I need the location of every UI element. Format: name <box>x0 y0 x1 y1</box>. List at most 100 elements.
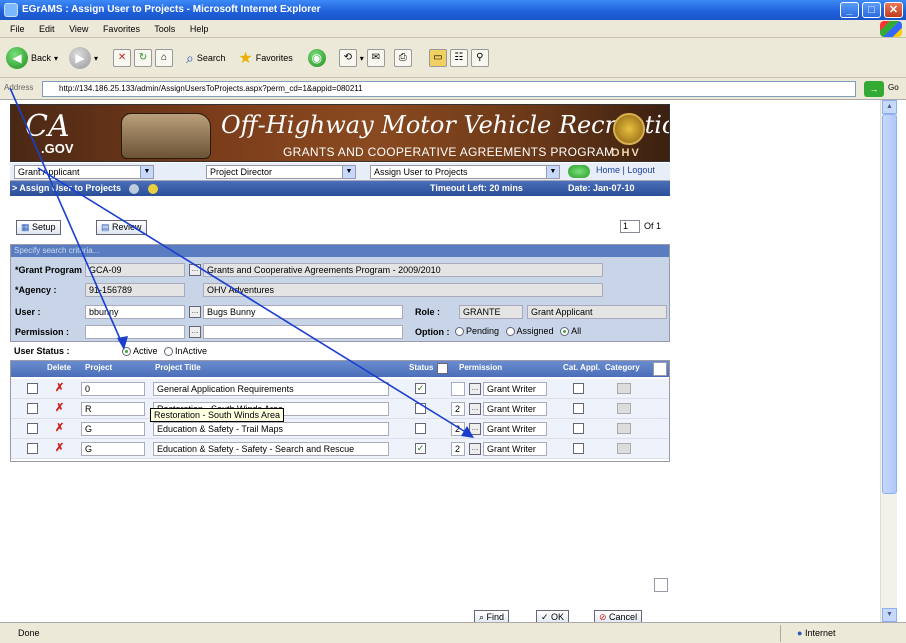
scroll-down-arrow-icon[interactable]: ▼ <box>882 608 897 622</box>
permission-number-field[interactable]: 2 <box>451 402 465 416</box>
chevron-down-icon[interactable]: ▼ <box>140 166 153 178</box>
messenger-icon[interactable]: ☷ <box>449 49 468 67</box>
status-select-all-checkbox[interactable] <box>437 363 448 374</box>
option-pending-radio[interactable] <box>455 327 464 337</box>
bottom-checkbox[interactable] <box>654 578 668 592</box>
minimize-button[interactable]: _ <box>840 2 859 18</box>
row-select-checkbox[interactable] <box>27 423 38 434</box>
menu-file[interactable]: File <box>10 24 25 34</box>
print-icon[interactable]: ⎙ <box>393 49 412 67</box>
row-select-checkbox[interactable] <box>27 403 38 414</box>
inactive-radio[interactable] <box>164 347 174 357</box>
cat-appl-checkbox[interactable] <box>573 403 584 414</box>
history-icon[interactable]: ⟲ <box>338 49 357 67</box>
row-select-checkbox[interactable] <box>27 443 38 454</box>
project-field[interactable]: 0 <box>81 382 145 396</box>
category-button[interactable] <box>617 403 631 414</box>
address-input[interactable]: http://134.186.25.133/admin/AssignUsersT… <box>42 81 856 97</box>
chevron-down-icon[interactable]: ▼ <box>546 166 559 178</box>
ok-button[interactable]: ✓ OK <box>536 610 570 622</box>
permission-number-field[interactable]: 2 <box>451 442 465 456</box>
status-checkbox[interactable] <box>415 403 426 414</box>
row-select-checkbox[interactable] <box>27 383 38 394</box>
search-button-label[interactable]: Search <box>197 53 226 63</box>
status-checkbox[interactable]: ✓ <box>415 383 426 394</box>
setup-button[interactable]: ▦ Setup <box>16 220 61 235</box>
menu-favorites[interactable]: Favorites <box>103 24 140 34</box>
lookup-icon[interactable]: … <box>189 264 201 276</box>
find-button[interactable]: ⌕ Find <box>474 610 510 622</box>
review-button[interactable]: ▤ Review <box>96 220 147 235</box>
category-button[interactable] <box>617 383 631 394</box>
status-checkbox[interactable]: ✓ <box>415 443 426 454</box>
header-checkbox[interactable] <box>653 362 667 376</box>
option-all-radio[interactable] <box>560 327 570 337</box>
delete-icon[interactable]: ✗ <box>55 401 64 414</box>
delete-icon[interactable]: ✗ <box>55 381 64 394</box>
permission-code-field[interactable] <box>85 325 185 339</box>
role-select[interactable]: Grant Applicant ▼ <box>14 165 154 179</box>
media-icon[interactable]: ◉ <box>307 49 326 67</box>
lookup-icon[interactable]: … <box>469 423 481 435</box>
scroll-up-arrow-icon[interactable]: ▲ <box>882 100 897 114</box>
lookup-icon[interactable]: … <box>189 326 201 338</box>
go-arrow-icon[interactable]: → <box>864 81 884 97</box>
home-icon[interactable]: ⌂ <box>155 49 174 67</box>
maximize-button[interactable]: □ <box>862 2 881 18</box>
page-number-input[interactable]: 1 <box>620 220 640 233</box>
scrollbar-thumb[interactable] <box>882 114 897 494</box>
delete-icon[interactable]: ✗ <box>55 441 64 454</box>
cat-appl-checkbox[interactable] <box>573 423 584 434</box>
active-radio[interactable] <box>122 347 131 357</box>
delete-icon[interactable]: ✗ <box>55 421 64 434</box>
option-assigned-radio[interactable] <box>505 327 515 337</box>
status-checkbox[interactable] <box>415 423 426 434</box>
cancel-button[interactable]: ⊘ Cancel <box>594 610 643 622</box>
back-arrow-icon[interactable]: ◀ <box>6 47 28 69</box>
refresh-icon[interactable]: ↻ <box>134 49 153 67</box>
project-field[interactable]: G <box>81 442 145 456</box>
window-title: EGrAMS : Assign User to Projects - Micro… <box>22 4 321 15</box>
category-button[interactable] <box>617 443 631 454</box>
tooltip: Restoration - South Winds Area <box>150 408 285 422</box>
lookup-icon[interactable]: … <box>469 443 481 455</box>
back-button-label[interactable]: Back <box>31 53 51 63</box>
grant-program-code-field[interactable]: GCA-09 <box>85 263 185 277</box>
category-button[interactable] <box>617 423 631 434</box>
lookup-icon[interactable]: … <box>469 403 481 415</box>
mail-icon[interactable]: ✉ <box>366 49 385 67</box>
lookup-icon[interactable]: … <box>189 306 201 318</box>
folder-icon[interactable]: ▭ <box>428 49 447 67</box>
permission-number-field[interactable]: 2 <box>451 422 465 436</box>
col-delete: Delete <box>47 363 72 372</box>
info-icon[interactable] <box>148 183 158 194</box>
cat-appl-checkbox[interactable] <box>573 443 584 454</box>
close-button[interactable]: ✕ <box>884 2 903 18</box>
cat-appl-checkbox[interactable] <box>573 383 584 394</box>
research-icon[interactable]: ⚲ <box>470 49 489 67</box>
menu-help[interactable]: Help <box>190 24 209 34</box>
go-nav-button[interactable] <box>568 165 590 178</box>
go-button-label[interactable]: Go <box>888 83 899 92</box>
vertical-scrollbar[interactable]: ▲ ▼ <box>880 100 897 622</box>
subrole-select[interactable]: Project Director ▼ <box>206 165 356 179</box>
role-label: Role : <box>415 307 441 317</box>
menu-edit[interactable]: Edit <box>39 24 55 34</box>
search-icon[interactable]: ⌕ <box>186 50 194 67</box>
favorites-button-label[interactable]: Favorites <box>256 53 293 63</box>
permission-number-field[interactable] <box>451 382 465 396</box>
task-select[interactable]: Assign User to Projects ▼ <box>370 165 560 179</box>
forward-arrow-icon[interactable]: ▶ <box>69 47 92 69</box>
project-field[interactable]: R <box>81 402 145 416</box>
menu-view[interactable]: View <box>69 24 88 34</box>
favorites-star-icon[interactable]: ★ <box>238 48 252 68</box>
home-logout-link[interactable]: Home | Logout <box>596 165 655 175</box>
menu-tools[interactable]: Tools <box>154 24 175 34</box>
chevron-down-icon[interactable]: ▼ <box>342 166 355 178</box>
help-icon[interactable] <box>129 183 140 194</box>
stop-icon[interactable]: ✕ <box>113 49 132 67</box>
agency-code-field[interactable]: 91-156789 <box>85 283 185 297</box>
project-field[interactable]: G <box>81 422 145 436</box>
lookup-icon[interactable]: … <box>469 383 481 395</box>
user-code-field[interactable]: bbunny <box>85 305 185 319</box>
